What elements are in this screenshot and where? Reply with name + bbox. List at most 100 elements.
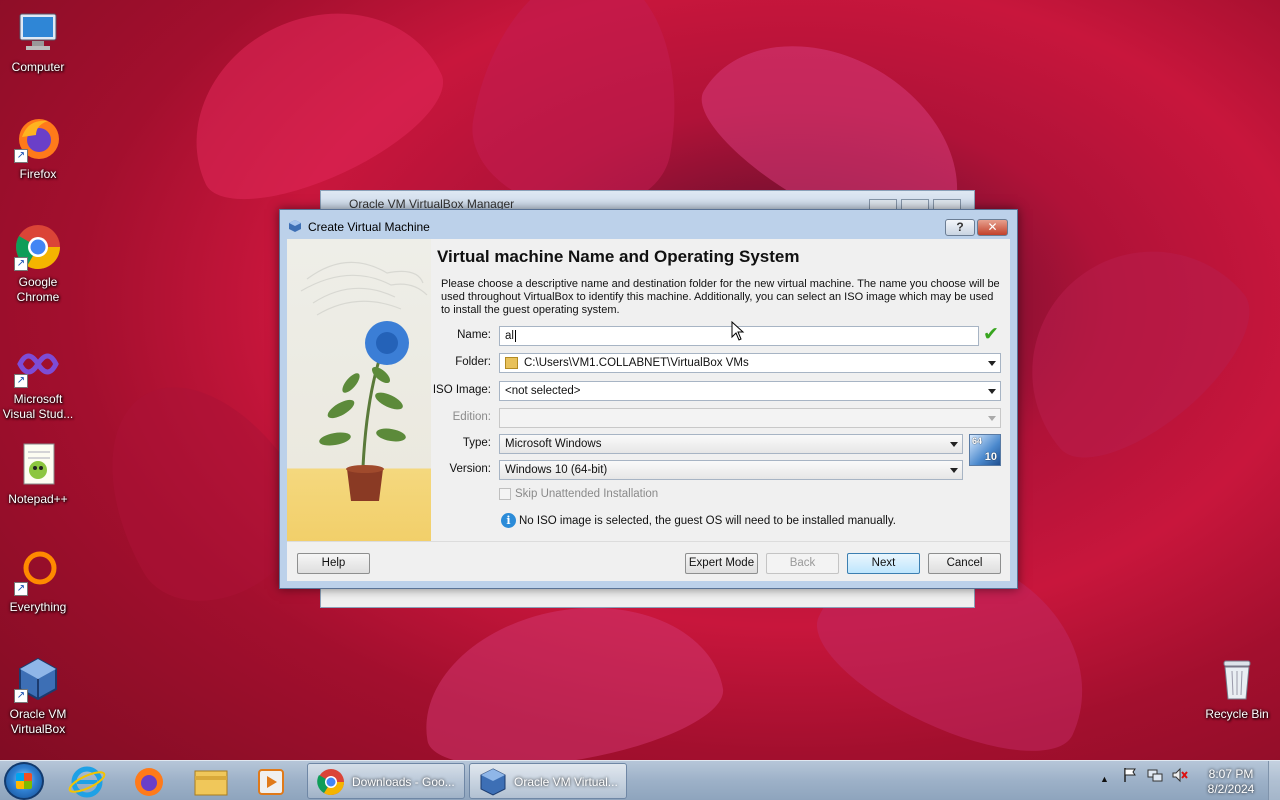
name-valid-check-icon: ✔ bbox=[983, 324, 999, 345]
virtualbox-icon bbox=[288, 219, 302, 233]
chevron-down-icon bbox=[988, 416, 996, 421]
desktop-icon-virtualbox[interactable]: ↗ Oracle VM VirtualBox bbox=[0, 655, 76, 737]
help-button[interactable]: Help bbox=[297, 553, 370, 574]
folder-value: C:\Users\VM1.COLLABNET\VirtualBox VMs bbox=[524, 357, 749, 369]
file-explorer-icon bbox=[194, 770, 228, 796]
type-value: Microsoft Windows bbox=[505, 438, 602, 450]
iso-image-select[interactable]: <not selected> bbox=[499, 381, 1001, 401]
dialog-title: Create Virtual Machine bbox=[308, 220, 430, 234]
chrome-icon bbox=[317, 769, 345, 796]
chrome-icon: ↗ bbox=[14, 223, 62, 271]
edition-select[interactable] bbox=[499, 408, 1001, 428]
desktop-icon-label: Google Chrome bbox=[16, 275, 60, 304]
desktop-icon-recycle-bin[interactable]: Recycle Bin bbox=[1199, 655, 1275, 722]
skip-unattended-label: Skip Unattended Installation bbox=[515, 488, 659, 500]
everything-icon: ↗ bbox=[14, 548, 62, 596]
taskbar-task-virtualbox[interactable]: Oracle VM Virtual... bbox=[469, 763, 627, 799]
internet-explorer-icon bbox=[68, 766, 106, 798]
taskbar-pin-internet-explorer[interactable] bbox=[60, 765, 114, 799]
shortcut-arrow-icon: ↗ bbox=[14, 149, 28, 163]
wizard-heading: Virtual machine Name and Operating Syste… bbox=[437, 247, 800, 266]
version-value: Windows 10 (64-bit) bbox=[505, 464, 608, 476]
iso-info-message: i No ISO image is selected, the guest OS … bbox=[501, 513, 896, 528]
folder-icon bbox=[505, 357, 518, 369]
show-hidden-icons-button[interactable]: ▲ bbox=[1100, 774, 1109, 784]
notepad-plus-plus-icon bbox=[14, 440, 62, 488]
back-button[interactable]: Back bbox=[766, 553, 839, 574]
desktop-icon-everything[interactable]: ↗ Everything bbox=[0, 548, 76, 615]
desktop-icon-label: Microsoft Visual Stud... bbox=[2, 392, 74, 421]
start-button[interactable] bbox=[4, 762, 44, 800]
next-button[interactable]: Next bbox=[847, 553, 920, 574]
version-label: Version: bbox=[449, 463, 491, 475]
shortcut-arrow-icon: ↗ bbox=[14, 374, 28, 388]
desktop-icon-visual-studio[interactable]: ↗ Microsoft Visual Stud... bbox=[0, 340, 76, 422]
close-button[interactable]: ✕ bbox=[977, 219, 1008, 236]
show-desktop-button[interactable] bbox=[1268, 761, 1280, 800]
iso-image-label: ISO Image: bbox=[432, 384, 491, 396]
dialog-body: Virtual machine Name and Operating Syste… bbox=[287, 239, 1010, 581]
network-icon[interactable] bbox=[1147, 767, 1163, 786]
media-player-icon bbox=[258, 769, 284, 795]
desktop-icon-notepad-plus-plus[interactable]: Notepad++ bbox=[0, 440, 76, 507]
taskbar-task-chrome[interactable]: Downloads - Goo... bbox=[307, 763, 465, 799]
task-label: Downloads - Goo... bbox=[352, 775, 455, 789]
firefox-icon bbox=[135, 768, 163, 796]
edition-label: Edition: bbox=[452, 411, 491, 423]
virtualbox-icon: ↗ bbox=[14, 655, 62, 703]
clock-time: 8:07 PM bbox=[1208, 767, 1254, 781]
desktop-icon-label: Everything bbox=[9, 600, 67, 614]
version-select[interactable]: Windows 10 (64-bit) bbox=[499, 460, 963, 480]
name-value: al bbox=[505, 330, 514, 342]
expert-mode-button[interactable]: Expert Mode bbox=[685, 553, 758, 574]
create-vm-dialog[interactable]: Create Virtual Machine ? ✕ Virtual machi… bbox=[279, 209, 1018, 589]
taskbar-clock[interactable]: 8:07 PM 8/2/2024 bbox=[1196, 767, 1266, 797]
type-label: Type: bbox=[462, 437, 491, 449]
os-badge-bits: 64 bbox=[972, 436, 983, 446]
iso-image-value: <not selected> bbox=[505, 385, 581, 397]
folder-select[interactable]: C:\Users\VM1.COLLABNET\VirtualBox VMs bbox=[499, 353, 1001, 373]
shortcut-arrow-icon: ↗ bbox=[14, 257, 28, 271]
taskbar-pin-firefox[interactable] bbox=[122, 765, 176, 799]
cancel-button[interactable]: Cancel bbox=[928, 553, 1001, 574]
desktop-icon-label: Recycle Bin bbox=[1205, 707, 1269, 721]
computer-icon bbox=[14, 8, 62, 56]
taskbar-pin-media-player[interactable] bbox=[244, 765, 298, 799]
desktop-icon-label: Oracle VM VirtualBox bbox=[9, 707, 67, 736]
recycle-bin-icon bbox=[1213, 655, 1261, 703]
info-text: No ISO image is selected, the guest OS w… bbox=[519, 515, 896, 527]
windows-logo-icon bbox=[16, 773, 32, 789]
chevron-down-icon bbox=[988, 361, 996, 366]
shortcut-arrow-icon: ↗ bbox=[14, 689, 28, 703]
task-label: Oracle VM Virtual... bbox=[514, 775, 618, 789]
name-label: Name: bbox=[457, 329, 491, 341]
chevron-down-icon bbox=[988, 389, 996, 394]
desktop-icon-label: Computer bbox=[11, 60, 65, 74]
volume-muted-icon[interactable] bbox=[1172, 767, 1188, 786]
taskbar: Downloads - Goo... Oracle VM Virtual... … bbox=[0, 760, 1280, 800]
os-badge-version: 10 bbox=[984, 451, 997, 463]
chevron-down-icon bbox=[950, 468, 958, 473]
type-select[interactable]: Microsoft Windows bbox=[499, 434, 963, 454]
action-center-flag-icon[interactable] bbox=[1123, 767, 1137, 786]
skip-unattended-checkbox[interactable] bbox=[499, 488, 511, 500]
taskbar-pin-file-explorer[interactable] bbox=[184, 765, 238, 799]
virtualbox-icon bbox=[480, 768, 506, 796]
clock-date: 8/2/2024 bbox=[1207, 782, 1255, 796]
desktop-icon-label: Firefox bbox=[19, 167, 57, 181]
wizard-watermark-image bbox=[287, 239, 431, 541]
wizard-description: Please choose a descriptive name and des… bbox=[441, 278, 1000, 316]
shortcut-arrow-icon: ↗ bbox=[14, 582, 28, 596]
desktop-icon-label: Notepad++ bbox=[8, 492, 68, 506]
desktop-icon-chrome[interactable]: ↗ Google Chrome bbox=[0, 223, 76, 305]
windows-10-os-icon: 64 10 bbox=[969, 434, 1001, 466]
visual-studio-icon: ↗ bbox=[14, 340, 62, 388]
mouse-cursor-icon bbox=[731, 321, 745, 341]
folder-label: Folder: bbox=[455, 356, 491, 368]
dialog-footer: Help Expert Mode Back Next Cancel bbox=[287, 541, 1010, 581]
desktop-icon-firefox[interactable]: ↗ Firefox bbox=[0, 115, 76, 182]
chevron-down-icon bbox=[950, 442, 958, 447]
help-title-button[interactable]: ? bbox=[945, 219, 975, 236]
desktop-icon-computer[interactable]: Computer bbox=[0, 8, 76, 75]
dialog-titlebar[interactable]: Create Virtual Machine bbox=[280, 210, 1017, 240]
